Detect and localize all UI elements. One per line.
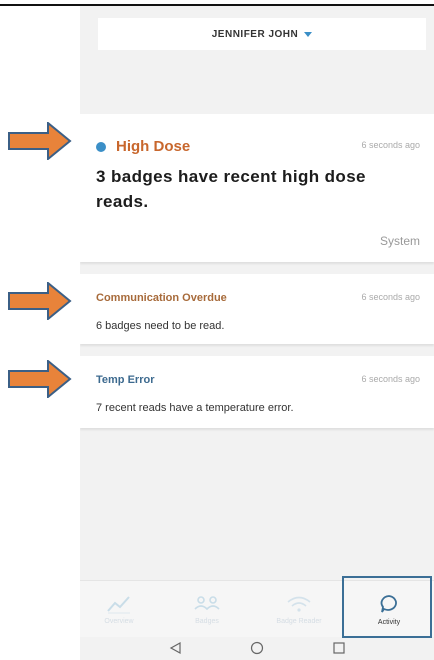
alert-title-text: High Dose xyxy=(116,138,191,155)
alert-message: 3 badges have recent high dose reads. xyxy=(96,167,366,211)
chart-line-icon xyxy=(107,595,130,613)
alert-message: 7 recent reads have a temperature error. xyxy=(96,402,294,414)
alert-title: Communication Overdue xyxy=(96,292,227,304)
tab-badges[interactable]: Badges xyxy=(172,581,242,637)
alert-card-communication-overdue[interactable]: Communication Overdue 6 seconds ago 6 ba… xyxy=(80,274,434,344)
unread-dot-icon xyxy=(96,141,106,152)
tab-label: Overview xyxy=(104,617,134,625)
alert-source: System xyxy=(379,234,420,248)
annotation-arrow xyxy=(8,360,72,398)
back-icon[interactable] xyxy=(168,641,182,655)
people-group-icon xyxy=(194,595,220,610)
user-selector[interactable]: JENNIFER JOHN xyxy=(98,18,426,50)
alert-timestamp: 6 seconds ago xyxy=(361,374,420,384)
tab-badge-reader[interactable]: Badge Reader xyxy=(264,581,334,637)
alert-timestamp: 6 seconds ago xyxy=(361,292,420,302)
tab-label: Badges xyxy=(195,617,219,625)
home-icon[interactable] xyxy=(250,641,264,655)
phone-screen: JENNIFER JOHN High Dose 6 seconds ago 3 … xyxy=(80,6,434,660)
android-nav-bar xyxy=(80,636,434,660)
alert-timestamp: 6 seconds ago xyxy=(361,140,420,150)
annotation-arrow xyxy=(8,282,72,320)
wifi-icon xyxy=(287,596,311,612)
active-tab-highlight xyxy=(342,576,432,638)
user-name: JENNIFER JOHN xyxy=(211,28,299,40)
tab-overview[interactable]: Overview xyxy=(84,581,154,637)
alert-card-high-dose[interactable]: High Dose 6 seconds ago 3 badges have re… xyxy=(80,114,434,262)
alert-message: 6 badges need to be read. xyxy=(96,320,225,332)
chevron-down-icon xyxy=(304,31,313,37)
annotation-arrow xyxy=(8,122,72,160)
alert-title: Temp Error xyxy=(96,374,155,386)
tab-label: Badge Reader xyxy=(276,617,322,625)
alert-card-temp-error[interactable]: Temp Error 6 seconds ago 7 recent reads … xyxy=(80,356,434,428)
alert-title: High Dose xyxy=(96,138,190,155)
recents-icon[interactable] xyxy=(332,641,346,655)
